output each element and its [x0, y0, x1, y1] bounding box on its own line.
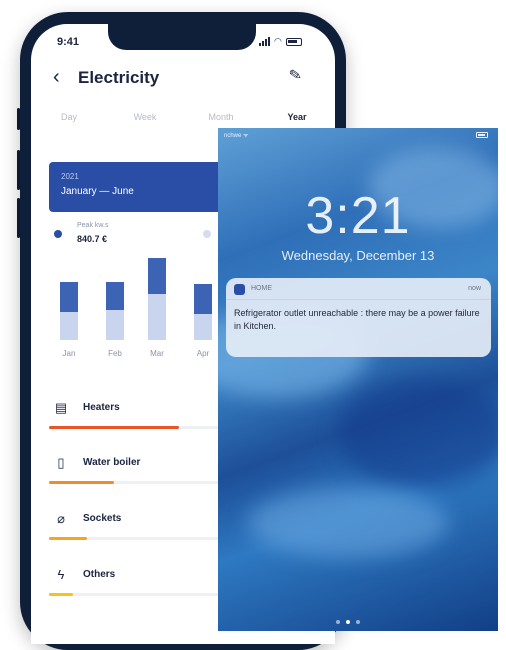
lock-carrier: nchwe ᯤ — [224, 133, 249, 139]
x-tick-label: Feb — [108, 349, 122, 358]
notification-card[interactable]: HOME now Refrigerator outlet unreachable… — [226, 278, 491, 357]
page-dot — [336, 620, 340, 624]
notification-time: now — [468, 285, 481, 292]
lock-time: 3:21 — [305, 187, 411, 245]
category-label: Heaters — [83, 402, 120, 413]
category-share-bar — [49, 426, 179, 429]
bar-apr-segment-1[interactable] — [194, 314, 212, 340]
bar-jan-segment-2[interactable] — [60, 282, 78, 312]
wallpaper-shadow — [338, 378, 498, 488]
bar-feb-segment-2[interactable] — [106, 282, 124, 310]
bar-mar-segment-2[interactable] — [148, 258, 166, 294]
x-tick-label: Mar — [150, 349, 164, 358]
bar-apr-segment-2[interactable] — [194, 284, 212, 314]
page-indicator — [336, 620, 360, 624]
category-share-bar — [49, 537, 87, 540]
category-share-bar — [49, 481, 114, 484]
volume-up-button — [17, 150, 20, 190]
volume-down-button — [17, 198, 20, 238]
bar-feb-segment-1[interactable] — [106, 310, 124, 340]
phone-notch — [108, 24, 256, 50]
water-boiler-icon: ▯ — [57, 455, 65, 470]
category-label: Water boiler — [83, 457, 141, 468]
heater-icon: ▤ — [54, 400, 68, 415]
battery-icon — [476, 132, 488, 138]
lock-date: Wednesday, December 13 — [281, 248, 435, 263]
page-dot-active — [346, 620, 350, 624]
socket-icon: ⌀ — [57, 511, 65, 526]
mute-switch — [17, 108, 20, 130]
bar-mar-segment-1[interactable] — [148, 294, 166, 340]
category-share-bar — [49, 593, 74, 596]
bar-jan-segment-1[interactable] — [60, 312, 78, 340]
wallpaper-highlight — [248, 488, 448, 558]
home-app-icon — [234, 284, 245, 295]
category-label: Others — [83, 569, 116, 580]
notification-app-name: HOME — [251, 285, 272, 292]
lock-screen: nchwe ᯤ 3:21 Wednesday, December 13 HOME… — [218, 128, 498, 631]
x-tick-label: Apr — [197, 349, 210, 358]
notification-message: Refrigerator outlet unreachable : there … — [234, 308, 480, 331]
bolt-icon: ϟ — [57, 567, 65, 582]
notification-header: HOME now — [226, 278, 491, 300]
x-tick-label: Jan — [63, 349, 76, 358]
page-dot — [356, 620, 360, 624]
category-label: Sockets — [83, 513, 122, 524]
